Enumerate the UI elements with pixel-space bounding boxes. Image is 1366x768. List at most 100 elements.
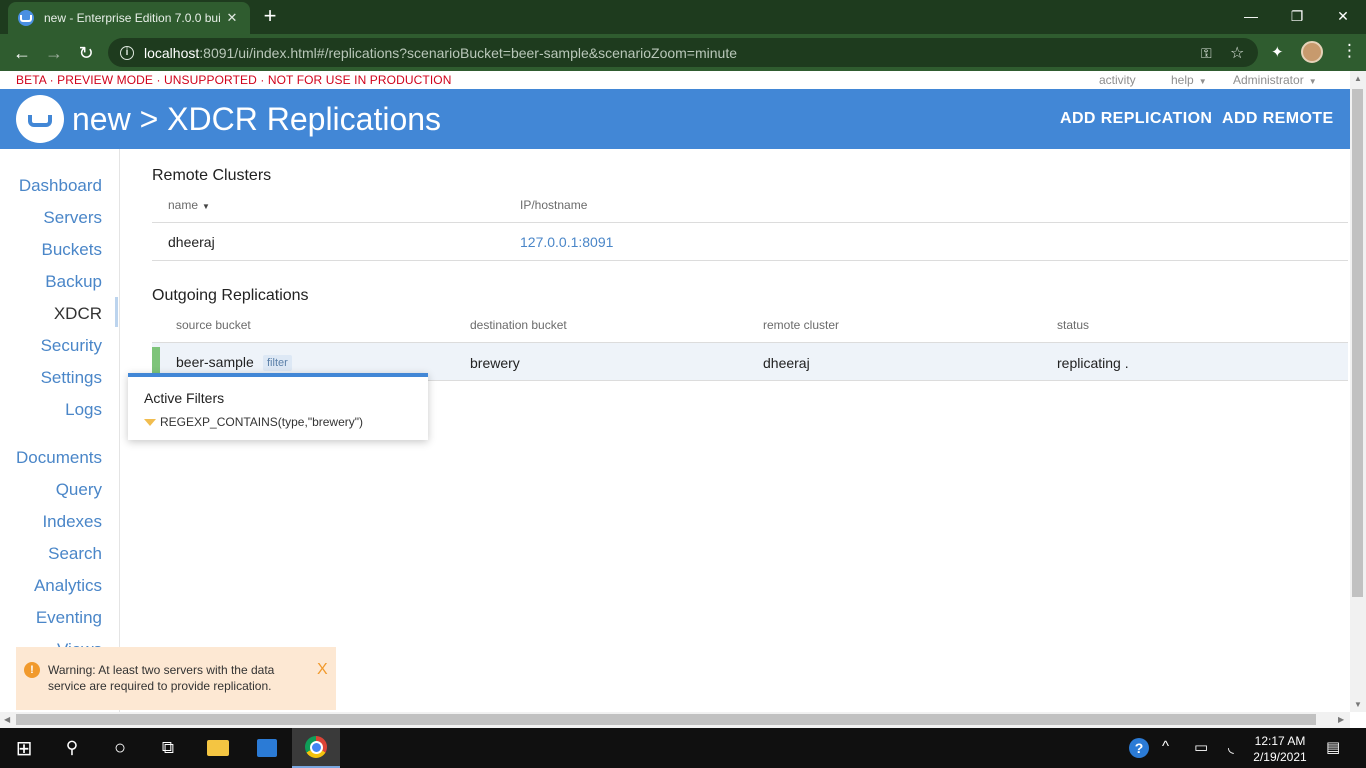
cortana-icon[interactable]: ○	[96, 728, 144, 768]
browser-tab[interactable]: new - Enterprise Edition 7.0.0 bui ✕	[8, 2, 250, 34]
filter-expression: REGEXP_CONTAINS(type,"brewery")	[144, 415, 363, 429]
vertical-scroll-thumb[interactable]	[1352, 89, 1363, 597]
couchbase-logo-icon	[28, 115, 52, 127]
task-view-icon[interactable]: ⧉	[144, 728, 192, 768]
remote-cluster-name: dheeraj	[168, 234, 215, 250]
chrome-icon	[305, 736, 327, 758]
new-tab-button[interactable]: +	[258, 4, 282, 30]
user-label: Administrator	[1233, 73, 1304, 87]
notifications-icon[interactable]: ▤	[1326, 738, 1340, 756]
scroll-up-icon[interactable]: ▲	[1354, 74, 1362, 83]
chevron-down-icon: ▼	[1308, 77, 1317, 86]
sidebar-item-documents[interactable]: Documents	[16, 448, 102, 468]
scroll-right-icon[interactable]: ▶	[1338, 715, 1344, 724]
remote-clusters-title: Remote Clusters	[152, 167, 272, 184]
outgoing-replications-title: Outgoing Replications	[152, 287, 309, 304]
app-header: new > XDCR Replications ADD REPLICATION …	[0, 89, 1350, 149]
sidebar-item-dashboard[interactable]: Dashboard	[19, 176, 102, 196]
warning-close-button[interactable]: X	[317, 661, 328, 679]
filter-expression-text: REGEXP_CONTAINS(type,"brewery")	[160, 415, 364, 429]
sidebar-item-search[interactable]: Search	[48, 544, 102, 564]
sidebar-item-settings[interactable]: Settings	[41, 368, 102, 388]
active-filters-popover: Active Filters REGEXP_CONTAINS(type,"bre…	[128, 373, 428, 440]
sidebar-item-eventing[interactable]: Eventing	[36, 608, 102, 628]
divider	[152, 222, 1348, 223]
add-remote-button[interactable]: ADD REMOTE	[1222, 110, 1334, 128]
activity-link[interactable]: activity	[1099, 73, 1136, 87]
sidebar-item-indexes[interactable]: Indexes	[42, 512, 102, 532]
shopping-bag-icon	[257, 739, 277, 757]
tab-close-icon[interactable]: ✕	[224, 10, 240, 26]
scroll-left-icon[interactable]: ◀	[4, 715, 10, 724]
beta-notice: BETA · PREVIEW MODE · UNSUPPORTED · NOT …	[16, 73, 452, 87]
clock-time: 12:17 AM	[1254, 734, 1306, 748]
sidebar-item-logs[interactable]: Logs	[65, 400, 102, 420]
sidebar-item-backup[interactable]: Backup	[45, 272, 102, 292]
profile-avatar[interactable]	[1301, 41, 1323, 63]
column-header-name[interactable]: name ▼	[168, 198, 210, 212]
sidebar-item-servers[interactable]: Servers	[43, 208, 102, 228]
column-header-status: status	[1057, 318, 1090, 332]
minimize-button[interactable]: —	[1228, 0, 1274, 32]
extensions-icon[interactable]: ✦	[1271, 43, 1284, 61]
browser-tab-strip: new - Enterprise Edition 7.0.0 bui ✕ + —…	[0, 0, 1366, 34]
search-icon[interactable]: ⚲	[48, 728, 96, 768]
window-close-button[interactable]: ✕	[1320, 0, 1366, 32]
scroll-down-icon[interactable]: ▼	[1354, 700, 1362, 709]
source-bucket: beer-sample	[176, 354, 254, 370]
sort-desc-icon: ▼	[202, 202, 210, 211]
browser-toolbar: ← → ↻ i localhost:8091/ui/index.html#/re…	[0, 34, 1366, 71]
tray-chevron-icon[interactable]: ^	[1162, 738, 1169, 755]
key-icon[interactable]: ⚿	[1201, 45, 1212, 62]
filter-badge[interactable]: filter	[263, 355, 292, 371]
sidebar-item-analytics[interactable]: Analytics	[34, 576, 102, 596]
site-info-icon[interactable]: i	[120, 45, 134, 60]
restore-button[interactable]: ❐	[1274, 0, 1320, 32]
warning-banner: ! Warning: At least two servers with the…	[16, 647, 336, 710]
address-bar[interactable]: i localhost:8091/ui/index.html#/replicat…	[108, 38, 1258, 67]
help-tray-icon[interactable]: ?	[1129, 738, 1149, 758]
warning-icon: !	[24, 662, 40, 678]
folder-icon	[207, 740, 229, 756]
sidebar-item-query[interactable]: Query	[56, 480, 102, 500]
clock[interactable]: 12:17 AM 2/19/2021	[1240, 733, 1320, 765]
url-host: localhost	[144, 44, 200, 61]
back-icon[interactable]: ←	[8, 39, 36, 67]
horizontal-scroll-thumb[interactable]	[16, 714, 1316, 725]
column-header-name-label: name	[168, 198, 199, 212]
clock-date: 2/19/2021	[1253, 750, 1307, 764]
help-label: help	[1171, 73, 1194, 87]
sidebar-item-xdcr[interactable]: XDCR	[54, 304, 102, 324]
store-icon[interactable]	[243, 728, 291, 768]
column-header-destination-bucket: destination bucket	[470, 318, 567, 332]
browser-menu-icon[interactable]: ⋮	[1341, 41, 1358, 61]
tab-title: new - Enterprise Edition 7.0.0 bui	[44, 11, 221, 25]
column-header-remote-cluster: remote cluster	[763, 318, 840, 332]
file-explorer-icon[interactable]	[194, 728, 242, 768]
user-menu[interactable]: Administrator ▼	[1233, 73, 1317, 87]
help-menu[interactable]: help ▼	[1171, 73, 1207, 87]
wifi-icon[interactable]: ◟	[1228, 738, 1234, 756]
column-header-source-bucket: source bucket	[176, 318, 251, 332]
page-title: new > XDCR Replications	[72, 101, 442, 137]
column-header-hostname: IP/hostname	[520, 198, 588, 212]
add-replication-button[interactable]: ADD REPLICATION	[1060, 110, 1212, 128]
forward-icon[interactable]: →	[40, 39, 68, 67]
destination-bucket: brewery	[470, 355, 520, 371]
sidebar-item-security[interactable]: Security	[41, 336, 102, 356]
sidebar-item-buckets[interactable]: Buckets	[42, 240, 102, 260]
chrome-taskbar-icon[interactable]	[292, 728, 340, 768]
start-icon[interactable]: ⊞	[0, 728, 48, 768]
popover-title: Active Filters	[144, 390, 225, 406]
remote-cluster-host-link[interactable]: 127.0.0.1:8091	[520, 234, 613, 250]
divider	[152, 260, 1348, 261]
filter-funnel-icon	[144, 418, 156, 426]
chevron-down-icon: ▼	[1198, 77, 1207, 86]
couchbase-logo[interactable]	[16, 95, 64, 143]
warning-text: Warning: At least two servers with the d…	[48, 663, 275, 693]
reload-icon[interactable]: ↻	[72, 39, 100, 67]
couchbase-favicon-icon	[18, 10, 34, 26]
battery-icon[interactable]: ▭	[1194, 738, 1208, 756]
bookmark-star-icon[interactable]: ☆	[1230, 43, 1244, 63]
beta-bar: BETA · PREVIEW MODE · UNSUPPORTED · NOT …	[0, 71, 1350, 89]
